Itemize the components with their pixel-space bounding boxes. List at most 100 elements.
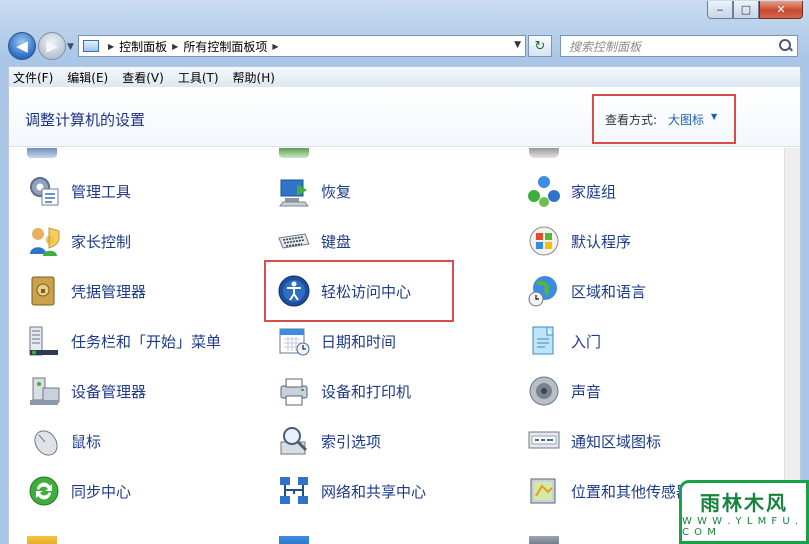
item-admin-tools[interactable]: 管理工具: [27, 171, 131, 211]
menu-edit[interactable]: 编辑(E): [67, 69, 108, 86]
keyboard-icon: [277, 224, 311, 258]
sound-icon: [527, 374, 561, 408]
refresh-button[interactable]: ↻: [528, 35, 552, 57]
control-panel-icon: [83, 40, 99, 52]
partial-item-icon: [529, 148, 559, 158]
menu-view[interactable]: 查看(V): [122, 69, 164, 86]
item-label: 默认程序: [571, 232, 632, 251]
content-header: 调整计算机的设置 查看方式: 大图标 ▼: [9, 87, 800, 147]
taskbar-icon: [27, 324, 61, 358]
item-label: 键盘: [321, 232, 352, 251]
mouse-icon: [27, 424, 61, 458]
item-devices-printers[interactable]: 设备和打印机: [277, 371, 411, 411]
refresh-icon: ↻: [534, 38, 546, 54]
item-parental-controls[interactable]: 家长控制: [27, 221, 131, 261]
item-label: 同步中心: [71, 482, 132, 501]
page-title: 调整计算机的设置: [25, 111, 146, 129]
forward-button[interactable]: ▶: [38, 32, 66, 60]
credential-manager-icon: [27, 274, 61, 308]
parental-controls-icon: [27, 224, 61, 258]
arrow-right-icon: ▶: [46, 37, 58, 55]
item-label: 网络和共享中心: [321, 482, 427, 501]
item-label: 鼠标: [71, 432, 102, 451]
item-label: 任务栏和「开始」菜单: [71, 332, 222, 351]
indexing-options-icon: [277, 424, 311, 458]
item-recovery[interactable]: 恢复: [277, 171, 351, 211]
item-notification-area-icons[interactable]: 通知区域图标: [527, 421, 661, 461]
watermark-title: 雨林木风: [700, 490, 788, 515]
admin-tools-icon: [27, 174, 61, 208]
devices-printers-icon: [277, 374, 311, 408]
item-label: 恢复: [321, 182, 352, 201]
item-label: 区域和语言: [571, 282, 647, 301]
item-label: 日期和时间: [321, 332, 397, 351]
chevron-down-icon[interactable]: ▼: [711, 112, 717, 121]
recent-pages-dropdown[interactable]: ▼: [67, 42, 74, 52]
getting-started-icon: [527, 324, 561, 358]
partial-item-icon: [279, 148, 309, 158]
item-sound[interactable]: 声音: [527, 371, 601, 411]
maximize-button[interactable]: □: [733, 1, 759, 19]
item-credential-manager[interactable]: 凭据管理器: [27, 271, 146, 311]
default-programs-icon: [527, 224, 561, 258]
partial-item-icon: [27, 148, 57, 158]
control-panel-window: ‒ □ ✕ ◀ ▶ ▼ ▶ 控制面板 ▶ 所有控制面板项 ▶ ▼ ↻ 搜索控制面…: [0, 0, 809, 544]
menu-tools[interactable]: 工具(T): [178, 69, 219, 86]
menu-bar: 文件(F) 编辑(E) 查看(V) 工具(T) 帮助(H): [8, 66, 801, 87]
date-time-icon: [277, 324, 311, 358]
item-label: 凭据管理器: [71, 282, 147, 301]
item-homegroup[interactable]: 家庭组: [527, 171, 616, 211]
view-by-dropdown[interactable]: 大图标: [668, 111, 704, 128]
network-sharing-icon: [277, 474, 311, 508]
site-watermark-logo: 雨林木风 W W W . Y L M F U . C O M: [679, 480, 809, 544]
partial-item-icon: [279, 536, 309, 544]
location-sensors-icon: [527, 474, 561, 508]
item-label: 设备管理器: [71, 382, 147, 401]
homegroup-icon: [527, 174, 561, 208]
caption-buttons: ‒ □ ✕: [707, 1, 803, 19]
breadcrumb-control-panel[interactable]: 控制面板: [119, 38, 167, 55]
item-label: 位置和其他传感器: [571, 482, 692, 501]
search-placeholder: 搜索控制面板: [569, 39, 642, 54]
ease-of-access-highlight: [264, 260, 454, 322]
item-default-programs[interactable]: 默认程序: [527, 221, 631, 261]
item-label: 设备和打印机: [321, 382, 412, 401]
watermark-url: W W W . Y L M F U . C O M: [682, 515, 800, 538]
item-sync-center[interactable]: 同步中心: [27, 471, 131, 511]
breadcrumb-arrow-icon[interactable]: ▶: [272, 42, 278, 51]
partial-item-icon: [529, 536, 559, 544]
notification-area-icon: [527, 424, 561, 458]
item-keyboard[interactable]: 键盘: [277, 221, 351, 261]
search-icon[interactable]: [779, 39, 791, 51]
item-network-sharing-center[interactable]: 网络和共享中心: [277, 471, 426, 511]
chevron-down-icon: ▼: [67, 42, 74, 52]
item-taskbar-start-menu[interactable]: 任务栏和「开始」菜单: [27, 321, 221, 361]
item-region-language[interactable]: 区域和语言: [527, 271, 646, 311]
view-by-label: 查看方式:: [605, 113, 658, 127]
back-button[interactable]: ◀: [8, 32, 36, 60]
breadcrumb-arrow-icon[interactable]: ▶: [108, 42, 114, 51]
item-indexing-options[interactable]: 索引选项: [277, 421, 381, 461]
address-bar[interactable]: ▶ 控制面板 ▶ 所有控制面板项 ▶ ▼: [78, 35, 526, 57]
control-panel-items: 管理工具 恢复 家庭组 家长控制 键盘 默认程序 凭据管理器 轻松访问中心 区域…: [9, 148, 784, 544]
address-dropdown-icon[interactable]: ▼: [514, 40, 521, 50]
item-label: 通知区域图标: [571, 432, 662, 451]
item-date-time[interactable]: 日期和时间: [277, 321, 396, 361]
menu-help[interactable]: 帮助(H): [233, 69, 275, 86]
breadcrumb-all-items[interactable]: 所有控制面板项: [183, 38, 267, 55]
menu-file[interactable]: 文件(F): [13, 69, 53, 86]
close-button[interactable]: ✕: [759, 1, 803, 19]
item-label: 家长控制: [71, 232, 132, 251]
item-getting-started[interactable]: 入门: [527, 321, 601, 361]
arrow-left-icon: ◀: [16, 37, 28, 55]
minimize-button[interactable]: ‒: [707, 1, 733, 19]
item-label: 管理工具: [71, 182, 132, 201]
item-label: 入门: [571, 332, 602, 351]
item-mouse[interactable]: 鼠标: [27, 421, 101, 461]
item-location-sensors[interactable]: 位置和其他传感器: [527, 471, 691, 511]
breadcrumb-arrow-icon[interactable]: ▶: [172, 42, 178, 51]
search-input[interactable]: 搜索控制面板: [560, 35, 798, 57]
navigation-bar: ◀ ▶ ▼ ▶ 控制面板 ▶ 所有控制面板项 ▶ ▼ ↻ 搜索控制面板: [0, 28, 809, 64]
item-device-manager[interactable]: 设备管理器: [27, 371, 146, 411]
item-label: 声音: [571, 382, 602, 401]
